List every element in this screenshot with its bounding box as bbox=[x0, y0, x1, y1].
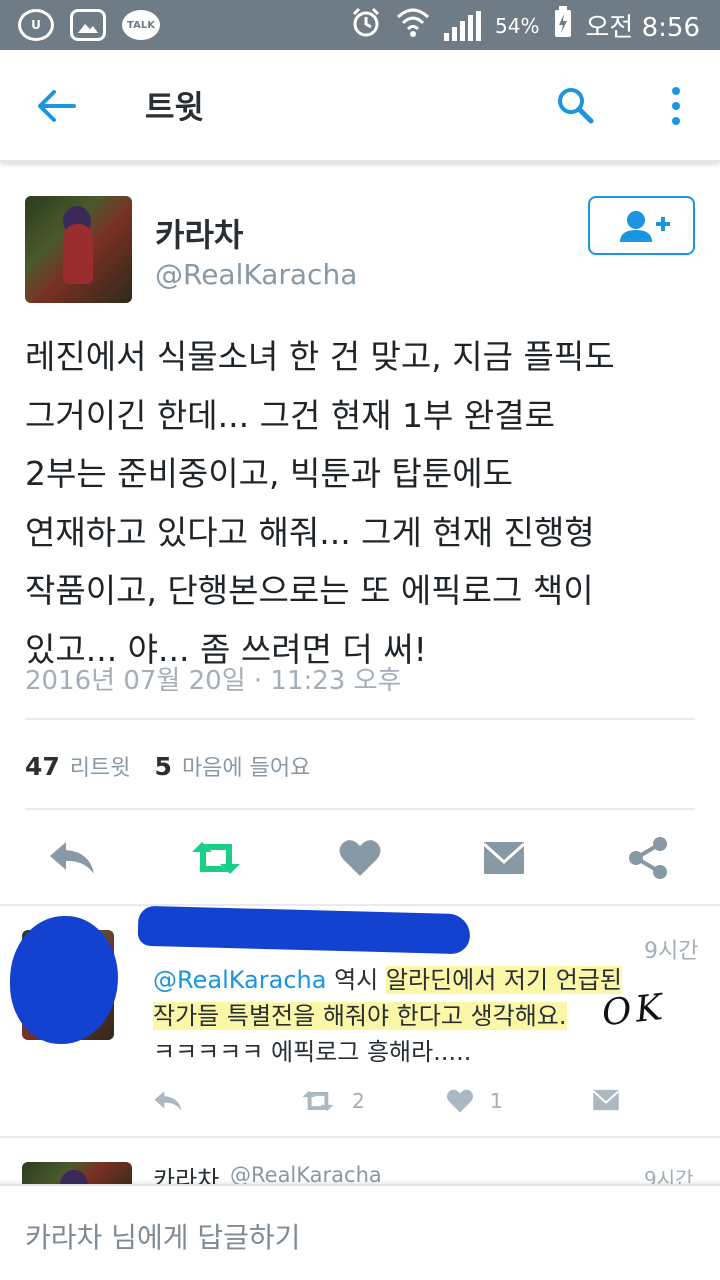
reply-button[interactable] bbox=[44, 830, 100, 886]
divider bbox=[25, 808, 695, 810]
wifi-icon bbox=[396, 7, 430, 44]
direct-message-button[interactable] bbox=[476, 830, 532, 886]
reply-icon bbox=[154, 1091, 182, 1111]
back-arrow-icon[interactable] bbox=[36, 88, 76, 124]
reply-composer[interactable]: 카라차 님에게 답글하기 bbox=[0, 1184, 720, 1280]
reply-text-line: ㅋㅋㅋㅋㅋ 에픽로그 흥해라..... bbox=[153, 1038, 472, 1066]
reply-icon bbox=[50, 842, 94, 874]
envelope-icon bbox=[482, 842, 526, 874]
tweet-actions bbox=[0, 830, 720, 890]
reply-reply-button[interactable] bbox=[152, 1088, 184, 1114]
envelope-icon bbox=[592, 1089, 620, 1111]
like-label[interactable]: 마음에 들어요 bbox=[182, 750, 310, 782]
gallery-icon bbox=[70, 9, 106, 41]
divider bbox=[25, 718, 695, 720]
share-button[interactable] bbox=[620, 830, 676, 886]
handwritten-note: OK bbox=[600, 986, 669, 1035]
mention-link[interactable]: @RealKaracha bbox=[153, 966, 326, 994]
status-bar: U TALK 54% 오전 8:56 bbox=[0, 0, 720, 50]
reply-text-part: 역시 bbox=[334, 966, 379, 994]
redaction-bar bbox=[137, 905, 471, 955]
follow-button[interactable] bbox=[588, 196, 695, 255]
tweet-text: 레진에서 식물소녀 한 건 맞고, 지금 플픽도 그거이긴 한데... 그건 현… bbox=[25, 337, 615, 669]
divider bbox=[0, 1136, 720, 1138]
retweet-icon bbox=[302, 1090, 334, 1112]
alarm-icon bbox=[350, 6, 382, 45]
like-button[interactable] bbox=[332, 830, 388, 886]
author-avatar[interactable] bbox=[25, 196, 132, 303]
kakaotalk-icon: TALK bbox=[122, 10, 160, 40]
reply-text[interactable]: @RealKaracha 역시 알라딘에서 저기 언급된 작가들 특별전을 해줘… bbox=[153, 962, 653, 1070]
author-name[interactable]: 카라차 bbox=[155, 210, 243, 256]
retweet-button[interactable] bbox=[188, 830, 244, 886]
reply-time: 9시간 bbox=[644, 939, 699, 964]
battery-charging-icon bbox=[554, 6, 572, 45]
heart-icon bbox=[339, 840, 381, 876]
reply-retweet-button[interactable]: 2 bbox=[300, 1088, 365, 1114]
signal-icon bbox=[444, 10, 482, 41]
search-icon[interactable] bbox=[556, 86, 594, 124]
share-icon bbox=[629, 837, 667, 879]
divider bbox=[0, 904, 720, 906]
app-bar: 트윗 bbox=[0, 50, 720, 162]
retweet-count[interactable]: 47 bbox=[25, 752, 60, 781]
tweet-timestamp: 2016년 07월 20일 · 11:23 오후 bbox=[25, 666, 402, 696]
page-title: 트윗 bbox=[145, 88, 204, 126]
reply-dm-button[interactable] bbox=[592, 1088, 620, 1112]
like-count[interactable]: 5 bbox=[155, 752, 172, 781]
add-user-icon bbox=[620, 211, 670, 242]
u-plus-icon: U bbox=[18, 9, 54, 41]
reply-input[interactable]: 카라차 님에게 답글하기 bbox=[25, 1216, 300, 1256]
reply-like-count: 1 bbox=[490, 1089, 503, 1113]
author-handle[interactable]: @RealKaracha bbox=[155, 258, 357, 291]
reply-like-button[interactable]: 1 bbox=[446, 1088, 503, 1114]
reply-actions: 2 1 bbox=[0, 1088, 720, 1118]
reply-retweet-count: 2 bbox=[352, 1089, 365, 1113]
highlighted-text: 작가들 특별전을 해줘야 한다고 생각해요. bbox=[153, 1002, 567, 1030]
battery-percent: 54% bbox=[495, 13, 540, 38]
retweet-label[interactable]: 리트윗 bbox=[70, 750, 131, 782]
tweet-stats: 47 리트윗 5 마음에 들어요 bbox=[25, 750, 310, 782]
more-options-icon[interactable] bbox=[668, 86, 684, 126]
retweet-icon bbox=[192, 842, 240, 874]
clock: 오전 8:56 bbox=[585, 13, 701, 43]
highlighted-text: 알라딘에서 저기 언급된 bbox=[385, 966, 622, 994]
heart-icon bbox=[446, 1089, 474, 1113]
